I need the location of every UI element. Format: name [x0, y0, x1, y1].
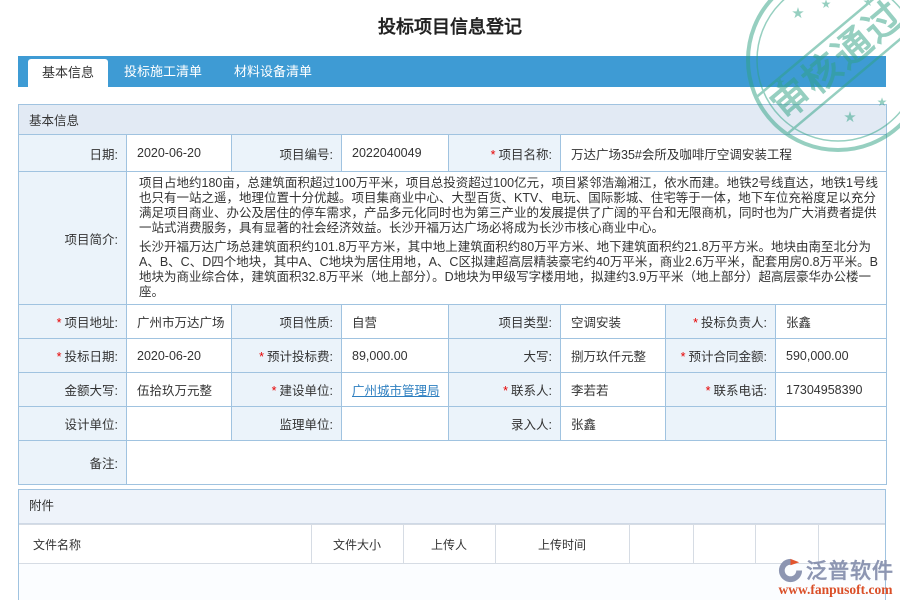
bid-leader-value: 张鑫: [776, 305, 887, 339]
summary-paragraph-2: 长沙开福万达广场总建筑面积约101.8万平方米，其中地上建筑面积约80万平方米、…: [137, 238, 882, 302]
empty-value-cell: [776, 407, 887, 441]
tab-bar: 基本信息 投标施工清单 材料设备清单: [18, 56, 886, 87]
contact-value: 李若若: [561, 373, 666, 407]
builder-value: 广州城市管理局: [342, 373, 449, 407]
date-value: 2020-06-20: [127, 135, 232, 172]
entry-person-value: 张鑫: [561, 407, 666, 441]
required-mark: *: [57, 316, 62, 330]
design-unit-label: 设计单位:: [19, 407, 127, 441]
phone-label: *联系电话:: [666, 373, 776, 407]
project-name-value: 万达广场35#会所及咖啡厅空调安装工程: [561, 135, 887, 172]
vendor-name: 泛普软件: [806, 555, 894, 585]
required-mark: *: [259, 350, 264, 364]
star-icon: ★: [863, 0, 874, 9]
page: 投标项目信息登记 基本信息 投标施工清单 材料设备清单 基本信息 日期: 202…: [0, 0, 900, 600]
required-mark: *: [503, 384, 508, 398]
remark-label: 备注:: [19, 441, 127, 485]
supervisor-unit-label: 监理单位:: [232, 407, 342, 441]
bid-date-label: *投标日期:: [19, 339, 127, 373]
col-empty-2: [693, 525, 755, 564]
supervisor-unit-value: [342, 407, 449, 441]
star-icon: ★: [821, 0, 832, 11]
attachments-title: 附件: [19, 490, 885, 524]
required-mark: *: [491, 148, 496, 162]
fee-caps-label: 大写:: [449, 339, 561, 373]
table-row: 备注:: [19, 441, 887, 485]
type-label: 项目类型:: [449, 305, 561, 339]
summary-label: 项目简介:: [19, 172, 127, 305]
nature-value: 自营: [342, 305, 449, 339]
phone-value: 17304958390: [776, 373, 887, 407]
design-unit-value: [127, 407, 232, 441]
est-contract-value: 590,000.00: [776, 339, 887, 373]
tab-basic-info[interactable]: 基本信息: [28, 59, 108, 87]
address-value: 广州市万达广场: [127, 305, 232, 339]
type-value: 空调安装: [561, 305, 666, 339]
attachments-empty-body: [19, 564, 885, 600]
amount-caps-value: 伍拾玖万元整: [127, 373, 232, 407]
table-row: 日期: 2020-06-20 项目编号: 2022040049 *项目名称: 万…: [19, 135, 887, 172]
page-title: 投标项目信息登记: [0, 13, 900, 39]
attachments-header-row: 文件名称 文件大小 上传人 上传时间: [19, 525, 885, 564]
project-name-label: *项目名称:: [449, 135, 561, 172]
table-row: *投标日期: 2020-06-20 *预计投标费: 89,000.00 大写: …: [19, 339, 887, 373]
nature-label: 项目性质:: [232, 305, 342, 339]
bid-date-value: 2020-06-20: [127, 339, 232, 373]
section-header-basic-info: 基本信息: [19, 105, 887, 135]
col-file-name: 文件名称: [19, 525, 311, 564]
date-label: 日期:: [19, 135, 127, 172]
col-empty-1: [629, 525, 693, 564]
empty-label-cell: [666, 407, 776, 441]
col-uploader: 上传人: [403, 525, 495, 564]
tab-bid-construction-list[interactable]: 投标施工清单: [108, 56, 218, 87]
est-bid-fee-value: 89,000.00: [342, 339, 449, 373]
project-no-value: 2022040049: [342, 135, 449, 172]
builder-label: *建设单位:: [232, 373, 342, 407]
address-label: *项目地址:: [19, 305, 127, 339]
required-mark: *: [693, 316, 698, 330]
table-row: *项目地址: 广州市万达广场 项目性质: 自营 项目类型: 空调安装 *投标负责…: [19, 305, 887, 339]
basic-info-table: 基本信息 日期: 2020-06-20 项目编号: 2022040049 *项目…: [18, 104, 887, 485]
required-mark: *: [57, 350, 62, 364]
table-row: 金额大写: 伍拾玖万元整 *建设单位: 广州城市管理局 *联系人: 李若若 *联…: [19, 373, 887, 407]
tab-material-equipment-list[interactable]: 材料设备清单: [218, 56, 328, 87]
entry-person-label: 录入人:: [449, 407, 561, 441]
col-file-size: 文件大小: [311, 525, 403, 564]
amount-caps-label: 金额大写:: [19, 373, 127, 407]
contact-label: *联系人:: [449, 373, 561, 407]
summary-paragraph-1: 项目占地约180亩，总建筑面积超过100万平米，项目总投资超过100亿元，项目紧…: [137, 174, 882, 238]
bid-leader-label: *投标负责人:: [666, 305, 776, 339]
col-upload-time: 上传时间: [495, 525, 629, 564]
fanpu-logo-icon: [777, 557, 804, 584]
est-contract-label: *预计合同金额:: [666, 339, 776, 373]
vendor-url[interactable]: www.fanpusoft.com: [777, 582, 894, 598]
required-mark: *: [681, 350, 686, 364]
remark-value: [127, 441, 887, 485]
required-mark: *: [272, 384, 277, 398]
table-row: 设计单位: 监理单位: 录入人: 张鑫: [19, 407, 887, 441]
attachments-panel: 附件 文件名称 文件大小 上传人 上传时间: [18, 489, 886, 600]
required-mark: *: [706, 384, 711, 398]
table-row: 项目简介: 项目占地约180亩，总建筑面积超过100万平米，项目总投资超过100…: [19, 172, 887, 305]
attachments-table: 文件名称 文件大小 上传人 上传时间: [19, 524, 885, 564]
fee-caps-value: 捌万玖仟元整: [561, 339, 666, 373]
est-bid-fee-label: *预计投标费:: [232, 339, 342, 373]
vendor-logo: 泛普软件 www.fanpusoft.com: [777, 555, 894, 598]
builder-link[interactable]: 广州城市管理局: [352, 384, 440, 398]
project-no-label: 项目编号:: [232, 135, 342, 172]
summary-value: 项目占地约180亩，总建筑面积超过100万平米，项目总投资超过100亿元，项目紧…: [127, 172, 887, 305]
